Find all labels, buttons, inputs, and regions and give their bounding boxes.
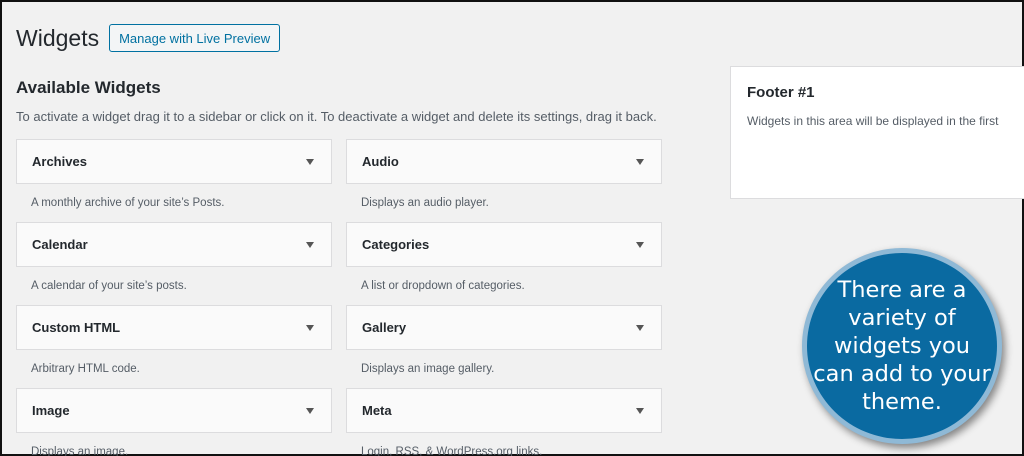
widget-title: Audio <box>362 154 399 169</box>
widget-custom-html[interactable]: Custom HTML <box>16 305 332 350</box>
chevron-down-icon[interactable] <box>636 241 644 248</box>
chevron-down-icon[interactable] <box>306 241 314 248</box>
page-title: Widgets <box>16 24 100 51</box>
widget-title: Categories <box>362 237 430 252</box>
widget-calendar[interactable]: Calendar <box>16 222 332 267</box>
widget-description: Login, RSS, & WordPress.org links. <box>361 446 543 456</box>
widget-gallery[interactable]: Gallery <box>346 305 662 350</box>
footer-sidebar-description: Widgets in this area will be displayed i… <box>747 114 999 128</box>
chevron-down-icon[interactable] <box>306 324 314 331</box>
widget-description: Displays an image gallery. <box>361 363 495 375</box>
widget-description: Arbitrary HTML code. <box>31 363 140 375</box>
widget-archives[interactable]: Archives <box>16 139 332 184</box>
footer-sidebar-title[interactable]: Footer #1 <box>747 84 815 101</box>
widget-categories[interactable]: Categories <box>346 222 662 267</box>
widget-audio[interactable]: Audio <box>346 139 662 184</box>
footer-sidebar-panel[interactable]: Footer #1 Widgets in this area will be d… <box>730 66 1024 199</box>
widget-title: Custom HTML <box>32 320 121 335</box>
widget-description: A calendar of your site’s posts. <box>31 280 187 292</box>
widget-title: Gallery <box>362 320 407 335</box>
widget-description: Displays an audio player. <box>361 197 489 209</box>
widget-description: Displays an image. <box>31 446 129 456</box>
widget-image[interactable]: Image <box>16 388 332 433</box>
chevron-down-icon[interactable] <box>636 324 644 331</box>
callout-text: There are a variety of widgets you can a… <box>813 277 991 415</box>
widget-title: Meta <box>362 403 392 418</box>
available-widgets-description: To activate a widget drag it to a sideba… <box>16 109 657 124</box>
widget-description: A list or dropdown of categories. <box>361 280 525 292</box>
callout-bubble: There are a variety of widgets you can a… <box>802 248 1002 444</box>
chevron-down-icon[interactable] <box>306 158 314 165</box>
chevron-down-icon[interactable] <box>636 158 644 165</box>
widget-description: A monthly archive of your site’s Posts. <box>31 197 225 209</box>
widget-meta[interactable]: Meta <box>346 388 662 433</box>
widget-title: Image <box>32 403 70 418</box>
manage-live-preview-button[interactable]: Manage with Live Preview <box>109 24 281 52</box>
page-header: Widgets Manage with Live Preview <box>16 24 281 52</box>
chevron-down-icon[interactable] <box>636 407 644 414</box>
available-widgets-title: Available Widgets <box>16 78 161 97</box>
widget-title: Archives <box>32 154 87 169</box>
chevron-down-icon[interactable] <box>306 407 314 414</box>
widget-title: Calendar <box>32 237 88 252</box>
